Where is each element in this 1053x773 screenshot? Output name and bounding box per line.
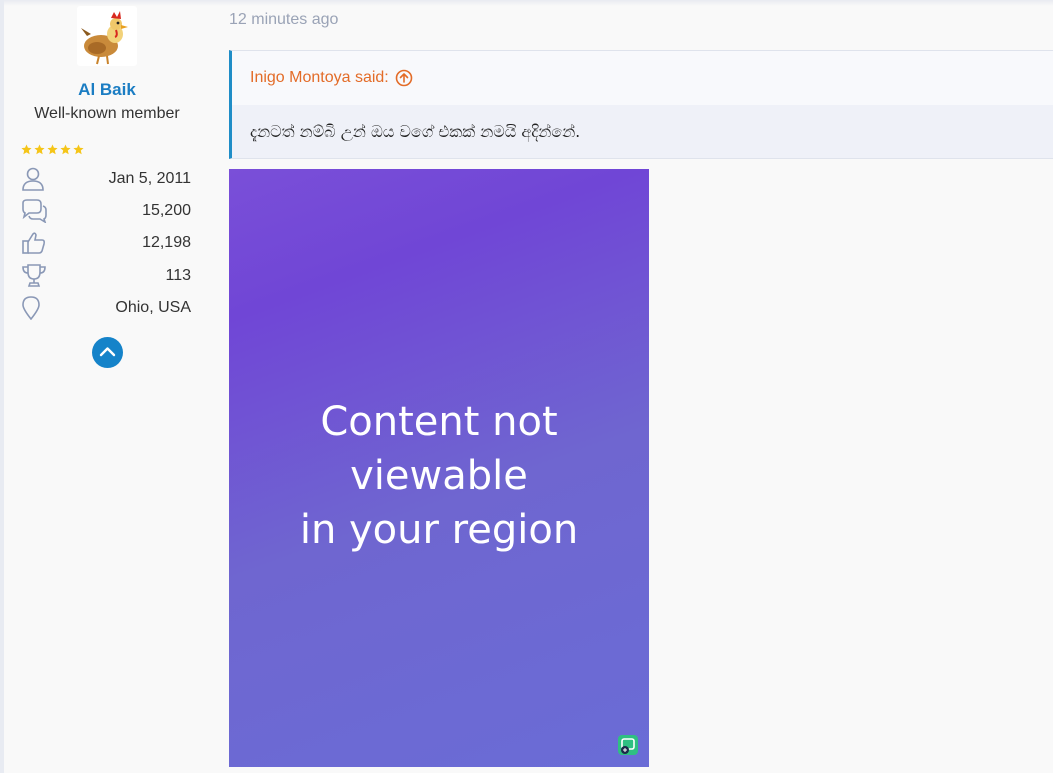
trophy-icon — [22, 264, 46, 287]
thumbs-up-icon — [22, 232, 46, 254]
stat-joined-value: Jan 5, 2011 — [108, 170, 191, 187]
rooster-avatar-icon — [77, 6, 137, 66]
user-title: Well-known member — [34, 105, 180, 122]
star-icon — [21, 144, 32, 155]
quote-author-link[interactable]: Inigo Montoya said: — [250, 69, 413, 87]
stat-points: 113 — [21, 264, 191, 288]
username[interactable]: Al Baik — [4, 80, 210, 100]
embed-source-icon[interactable] — [618, 735, 638, 755]
stat-messages: 15,200 — [21, 199, 191, 223]
embed-message-line-1: Content not viewable — [320, 399, 558, 499]
post-timestamp[interactable]: 12 minutes ago — [229, 11, 338, 29]
quote-block: Inigo Montoya said: දැනටත් නම්බි උන් ඔය … — [229, 50, 1053, 159]
chevron-up-icon — [99, 347, 116, 357]
stat-points-value: 113 — [165, 267, 191, 284]
star-icon — [73, 144, 84, 155]
circle-arrow-up-icon — [395, 69, 413, 87]
quote-body: දැනටත් නම්බි උන් ඔය වගේ එකක් නමයි අදින්න… — [232, 105, 1053, 158]
embed-logo-icon — [621, 738, 635, 754]
rating-stars — [21, 144, 84, 155]
star-icon — [34, 144, 45, 155]
messages-icon — [22, 199, 47, 223]
quote-author-label: Inigo Montoya said: — [250, 69, 389, 86]
quote-text: දැනටත් නම්බි උන් ඔය වගේ එකක් නමයි අදින්න… — [250, 122, 581, 141]
scroll-up-button[interactable] — [92, 337, 123, 368]
embed-message-line-2: in your region — [299, 507, 579, 553]
stat-messages-value: 15,200 — [142, 202, 191, 219]
stat-joined: Jan 5, 2011 — [21, 167, 191, 191]
media-embed[interactable]: Content not viewable in your region — [229, 169, 649, 767]
forum-post-page: Al Baik Well-known member Jan 5, 2011 15… — [0, 0, 1053, 773]
quote-header: Inigo Montoya said: — [232, 51, 1053, 105]
star-icon — [60, 144, 71, 155]
user-sidebar: Al Baik Well-known member Jan 5, 2011 15… — [4, 0, 210, 773]
stat-location: Ohio, USA — [21, 296, 191, 320]
avatar[interactable] — [77, 6, 137, 66]
embed-message: Content not viewable in your region — [229, 395, 649, 557]
stat-reactions-value: 12,198 — [142, 234, 191, 251]
stat-reactions: 12,198 — [21, 231, 191, 255]
star-icon — [47, 144, 58, 155]
location-pin-icon — [22, 296, 40, 320]
user-icon — [22, 167, 44, 191]
stat-location-value: Ohio, USA — [115, 299, 191, 316]
